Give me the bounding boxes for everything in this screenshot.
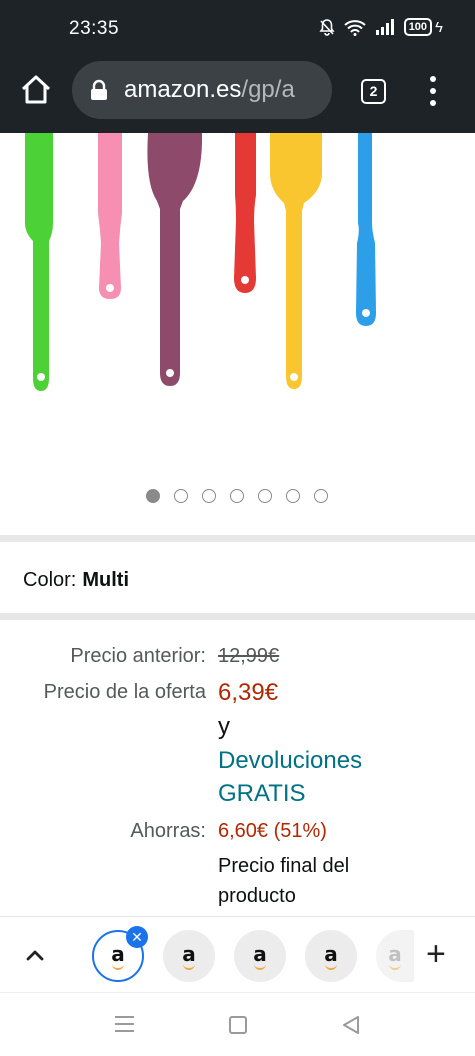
final-price-note: Precio final del producto (218, 851, 349, 911)
recents-menu-icon[interactable] (115, 1016, 134, 1032)
color-selector[interactable]: Color: Multi (23, 569, 129, 592)
final-price-line1: Precio final del (218, 855, 350, 877)
previous-price: 12,99€ (218, 645, 280, 667)
menu-dot (430, 100, 436, 106)
wifi-icon (344, 19, 366, 36)
pink-spatula-shape (98, 133, 122, 299)
battery-icon: 100 (403, 18, 433, 36)
color-value: Multi (82, 569, 130, 591)
bell-muted-icon (319, 18, 335, 36)
carousel-dot[interactable] (314, 489, 328, 503)
new-tab-button[interactable]: + (426, 937, 446, 971)
savings-label: Ahorras: (130, 820, 206, 842)
home-icon (21, 75, 51, 104)
previous-price-label: Precio anterior: (70, 645, 206, 667)
red-spatula-shape (234, 133, 256, 293)
carousel-dot[interactable] (286, 489, 300, 503)
product-image[interactable] (0, 133, 475, 473)
blue-spatula-shape (356, 133, 376, 326)
tab-strip: a ✕ a a a a + (0, 916, 475, 992)
amazon-logo-icon: a (111, 942, 125, 970)
url-path: /gp/a (241, 76, 295, 103)
close-tab-icon[interactable]: ✕ (126, 926, 148, 948)
green-spatula-shape (25, 133, 53, 391)
savings-value: 6,60€ (51%) (218, 820, 327, 842)
back-triangle-icon[interactable] (341, 1015, 361, 1035)
amazon-logo-icon: a (324, 942, 338, 970)
lock-icon (91, 79, 107, 100)
charging-icon: ϟ (435, 18, 443, 36)
and-text: y (218, 713, 230, 740)
status-icons: 100 ϟ (319, 18, 443, 36)
deal-price-label: Precio de la oferta (43, 681, 206, 703)
final-price-line2: producto (218, 885, 296, 907)
signal-icon (375, 19, 394, 35)
url-host: amazon.es (124, 76, 242, 103)
yellow-spatula-shape (270, 133, 322, 389)
menu-dot (430, 88, 436, 94)
overflow-menu-button[interactable] (429, 76, 437, 106)
free-returns-link[interactable]: Devoluciones GRATIS (218, 744, 362, 810)
amazon-logo-icon: a (388, 942, 402, 970)
tab-thumbnail[interactable]: a (305, 930, 357, 982)
tab-thumbnail-active[interactable]: a ✕ (92, 926, 148, 982)
tab-thumbnail[interactable]: a (376, 930, 414, 982)
home-button[interactable] (18, 72, 54, 108)
carousel-dot[interactable] (174, 489, 188, 503)
browser-topbar: 23:35 100 ϟ amazon.es/gp/a 2 (0, 0, 475, 133)
color-label: Color: (23, 569, 77, 591)
free-returns-line2: GRATIS (218, 780, 306, 807)
tab-switcher-button[interactable]: 2 (361, 79, 386, 104)
carousel-dot[interactable] (230, 489, 244, 503)
menu-dot (430, 76, 436, 82)
status-time: 23:35 (69, 18, 120, 39)
system-home-icon[interactable] (229, 1016, 247, 1034)
carousel-dot[interactable] (258, 489, 272, 503)
amazon-logo-icon: a (253, 942, 267, 970)
carousel-dot[interactable] (146, 489, 160, 503)
chevron-up-icon[interactable] (24, 944, 46, 966)
carousel-indicator[interactable] (146, 489, 328, 503)
system-navigation-bar (0, 992, 475, 1056)
purple-spoon-shape (147, 133, 203, 386)
carousel-dot[interactable] (202, 489, 216, 503)
address-bar[interactable]: amazon.es/gp/a (72, 61, 332, 119)
deal-price: 6,39€ (218, 679, 279, 706)
amazon-logo-icon: a (182, 942, 196, 970)
tab-thumbnail[interactable]: a (163, 930, 215, 982)
free-returns-line1: Devoluciones (218, 747, 363, 774)
tab-thumbnail[interactable]: a (234, 930, 286, 982)
section-divider (0, 535, 475, 542)
section-divider (0, 613, 475, 620)
